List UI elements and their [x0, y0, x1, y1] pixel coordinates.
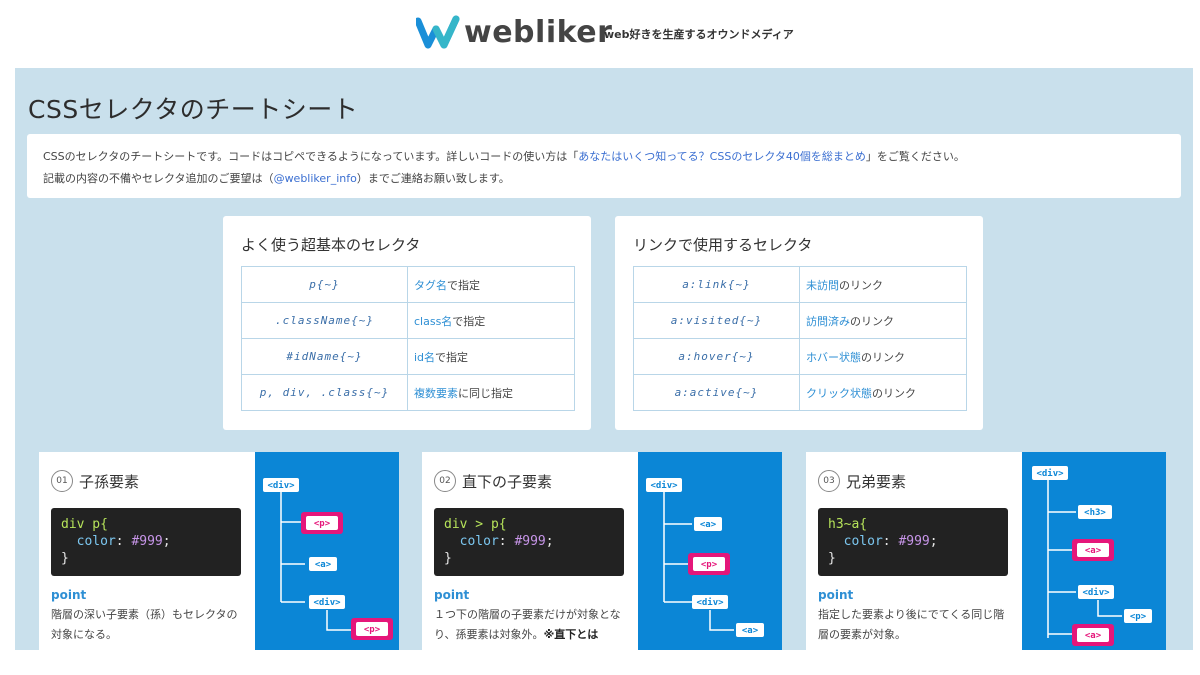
svg-text:<div>: <div>: [650, 480, 678, 491]
svg-text:<div>: <div>: [696, 597, 724, 608]
svg-text:<a>: <a>: [1085, 546, 1102, 556]
selector-desc: タグ名で指定: [407, 266, 575, 303]
table-row: a:link{~} 未訪問のリンク: [633, 266, 967, 303]
point-label: point: [51, 588, 87, 602]
webliker-logo-icon: [416, 15, 460, 49]
point-label: point: [818, 588, 854, 602]
intro-box: CSSのセレクタのチートシートです。コードはコピペできるようになっています。詳し…: [27, 134, 1181, 198]
point-text: 指定した要素より後にでてくる同じ階層の要素が対象。: [818, 608, 1005, 641]
svg-text:<a>: <a>: [700, 520, 717, 530]
tag-a: <a>: [694, 517, 722, 531]
tag-p-highlight: <p>: [688, 553, 730, 575]
selector-desc: class名で指定: [407, 302, 575, 339]
card-number: 01: [51, 470, 73, 492]
site-tagline: web好きを生産するオウンドメディア: [604, 28, 794, 41]
svg-text:<p>: <p>: [1130, 612, 1147, 622]
table-row: a:visited{~} 訪問済みのリンク: [633, 302, 967, 339]
svg-text:<div>: <div>: [313, 597, 341, 608]
tag-h3: <h3>: [1078, 505, 1112, 519]
selector-desc: ホバー状態のリンク: [799, 338, 967, 375]
basic-selectors-card: よく使う超基本のセレクタ p{~} タグ名で指定 .className{~} c…: [223, 216, 591, 430]
tag-div: <div>: [1032, 466, 1068, 480]
tag-p-highlight: <p>: [301, 512, 343, 534]
svg-text:<a>: <a>: [315, 560, 332, 570]
tag-a: <a>: [736, 623, 764, 637]
twitter-link[interactable]: @webliker_info: [274, 172, 357, 185]
card-title: 子孫要素: [79, 472, 140, 491]
selector-code[interactable]: #idName{~}: [241, 338, 408, 375]
cheatsheet-panel: CSSセレクタのチートシート CSSのセレクタのチートシートです。コードはコピペ…: [15, 68, 1193, 650]
tag-p-highlight: <p>: [351, 618, 393, 640]
tag-div: <div>: [263, 478, 299, 492]
svg-text:<a>: <a>: [742, 626, 759, 636]
table-row: p, div, .class{~} 複数要素に同じ指定: [241, 374, 575, 411]
tag-div: <div>: [692, 595, 728, 609]
basic-selectors-table: p{~} タグ名で指定 .className{~} class名で指定 #idN…: [241, 266, 575, 411]
dom-tree-diagram: <div> <a> <p> <div> <a>: [638, 452, 782, 650]
selector-code[interactable]: a:hover{~}: [633, 338, 800, 375]
tag-a-highlight: <a>: [1072, 624, 1114, 646]
intro-line-1: CSSのセレクタのチートシートです。コードはコピペできるようになっています。詳し…: [43, 150, 965, 163]
svg-text:<p>: <p>: [314, 519, 331, 529]
card-title: 兄弟要素: [846, 472, 907, 491]
point-text: １つ下の階層の子要素だけが対象となり、孫要素は対象外。※直下とは: [434, 608, 621, 641]
sibling-card: 03 兄弟要素 h3~a{ color: #999; } point 指定した要…: [806, 452, 1166, 650]
selector-desc: 未訪問のリンク: [799, 266, 967, 303]
selector-code[interactable]: a:active{~}: [633, 374, 800, 411]
selector-desc: 複数要素に同じ指定: [407, 374, 575, 411]
page-title: CSSセレクタのチートシート: [28, 95, 359, 124]
dom-tree-diagram: <div> <h3> <a> <div> <p> <a>: [1022, 452, 1166, 650]
basic-selectors-title: よく使う超基本のセレクタ: [241, 236, 421, 254]
code-snippet[interactable]: h3~a{ color: #999; }: [818, 508, 1008, 576]
table-row: a:active{~} クリック状態のリンク: [633, 374, 967, 411]
descendant-card: 01 子孫要素 div p{ color: #999; } point 階層の深…: [39, 452, 399, 650]
card-number: 03: [818, 470, 840, 492]
tag-div: <div>: [646, 478, 682, 492]
selector-desc: クリック状態のリンク: [799, 374, 967, 411]
code-snippet[interactable]: div > p{ color: #999; }: [434, 508, 624, 576]
selector-desc: id名で指定: [407, 338, 575, 375]
card-title: 直下の子要素: [462, 472, 553, 491]
svg-text:<div>: <div>: [1036, 468, 1064, 479]
tag-div: <div>: [309, 595, 345, 609]
intro-line-2: 記載の内容の不備やセレクタ追加のご要望は（@webliker_info）までご連…: [43, 172, 510, 185]
tag-a-highlight: <a>: [1072, 539, 1114, 561]
point-text: 階層の深い子要素（孫）もセレクタの対象になる。: [51, 608, 238, 641]
svg-text:<a>: <a>: [1085, 631, 1102, 641]
table-row: .className{~} class名で指定: [241, 302, 575, 339]
selector-desc: 訪問済みのリンク: [799, 302, 967, 339]
selector-code[interactable]: .className{~}: [241, 302, 408, 339]
selector-code[interactable]: a:link{~}: [633, 266, 800, 303]
svg-text:<h3>: <h3>: [1084, 508, 1106, 518]
svg-text:<div>: <div>: [1082, 587, 1110, 598]
tag-a: <a>: [309, 557, 337, 571]
direct-child-card: 02 直下の子要素 div > p{ color: #999; } point …: [422, 452, 782, 650]
site-logo[interactable]: webliker: [416, 12, 612, 52]
code-snippet[interactable]: div p{ color: #999; }: [51, 508, 241, 576]
link-selectors-table: a:link{~} 未訪問のリンク a:visited{~} 訪問済みのリンク …: [633, 266, 967, 411]
link-selectors-title: リンクで使用するセレクタ: [633, 236, 813, 254]
tag-div: <div>: [1078, 585, 1114, 599]
svg-text:<div>: <div>: [267, 480, 295, 491]
svg-text:<p>: <p>: [364, 625, 381, 635]
table-row: #idName{~} id名で指定: [241, 338, 575, 375]
card-number: 02: [434, 470, 456, 492]
link-selectors-card: リンクで使用するセレクタ a:link{~} 未訪問のリンク a:visited…: [615, 216, 983, 430]
site-header: webliker web好きを生産するオウンドメディア: [0, 0, 1200, 68]
dom-tree-diagram: <div> <p> <a> <div> <p>: [255, 452, 399, 650]
table-row: p{~} タグ名で指定: [241, 266, 575, 303]
svg-text:<p>: <p>: [701, 560, 718, 570]
table-row: a:hover{~} ホバー状態のリンク: [633, 338, 967, 375]
selector-code[interactable]: p, div, .class{~}: [241, 374, 408, 411]
article-link[interactable]: あなたはいくつ知ってる？CSSのセレクタ40個を総まとめ: [578, 150, 866, 163]
selector-code[interactable]: a:visited{~}: [633, 302, 800, 339]
point-label: point: [434, 588, 470, 602]
tag-p: <p>: [1124, 609, 1152, 623]
logo-text: webliker: [464, 14, 613, 50]
selector-code[interactable]: p{~}: [241, 266, 408, 303]
